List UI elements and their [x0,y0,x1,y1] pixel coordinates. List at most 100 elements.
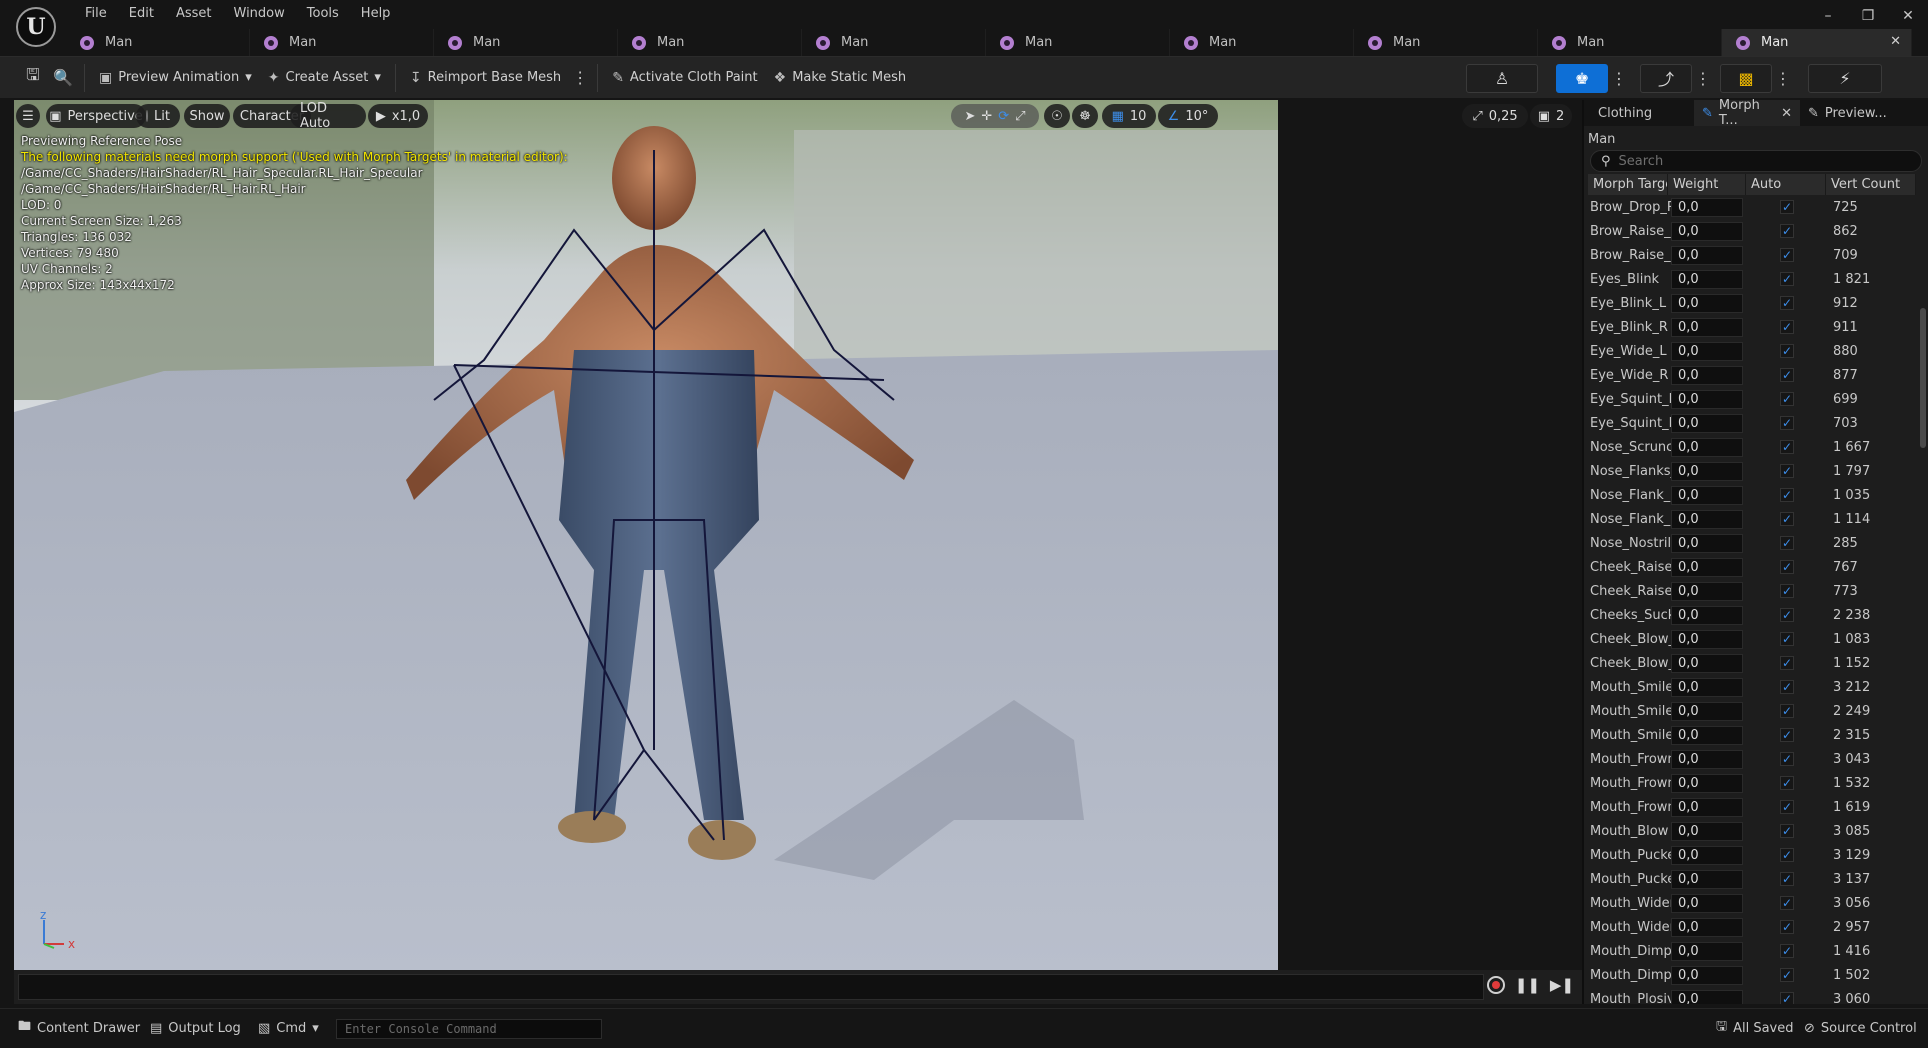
make-static-mesh-button[interactable]: ❖ Make Static Mesh [766,63,914,93]
scale-snap-button[interactable]: ⤢ 0,25 [1462,104,1528,128]
table-row[interactable]: Mouth_Widen_0,0 ✓ 2 957 [1588,915,1916,939]
play-rate-button[interactable]: ▶ x1,0 [368,104,428,128]
record-icon[interactable] [1486,976,1505,994]
auto-checkbox[interactable]: ✓ [1780,800,1794,814]
auto-checkbox[interactable]: ✓ [1780,296,1794,310]
auto-checkbox[interactable]: ✓ [1780,632,1794,646]
auto-checkbox[interactable]: ✓ [1780,464,1794,478]
auto-checkbox[interactable]: ✓ [1780,272,1794,286]
mesh-mode-kebab-icon[interactable]: ⋮ [1608,69,1630,88]
perspective-button[interactable]: ▣ Perspective [46,104,146,128]
auto-checkbox[interactable]: ✓ [1780,680,1794,694]
table-row[interactable]: Mouth_Frown_0,0 ✓ 1 532 [1588,771,1916,795]
weight-input[interactable]: 0,0 [1671,629,1743,649]
mesh-mode-icon[interactable]: ♚ [1556,63,1608,93]
menu-edit[interactable]: Edit [118,3,165,25]
auto-checkbox[interactable]: ✓ [1780,608,1794,622]
skeleton-mode-icon[interactable]: ♙ [1466,63,1538,93]
weight-input[interactable]: 0,0 [1671,677,1743,697]
auto-checkbox[interactable]: ✓ [1780,368,1794,382]
auto-checkbox[interactable]: ✓ [1780,728,1794,742]
auto-checkbox[interactable]: ✓ [1780,872,1794,886]
weight-input[interactable]: 0,0 [1671,341,1743,361]
tab-man-2[interactable]: Man [250,29,434,56]
weight-input[interactable]: 0,0 [1671,605,1743,625]
table-row[interactable]: Mouth_Widen 0,0 ✓ 3 056 [1588,891,1916,915]
tab-man-6[interactable]: Man [986,29,1170,56]
source-control-button[interactable]: ⊘ Source Control [1804,1017,1917,1039]
weight-input[interactable]: 0,0 [1671,869,1743,889]
scale-icon[interactable]: ⤢ [1015,109,1025,124]
physics-mode-icon[interactable]: ⚡ [1808,63,1882,93]
table-row[interactable]: Eye_Wide_R 0,0 ✓ 877 [1588,363,1916,387]
auto-checkbox[interactable]: ✓ [1780,968,1794,982]
table-row[interactable]: Eye_Wide_L 0,0 ✓ 880 [1588,339,1916,363]
weight-input[interactable]: 0,0 [1671,389,1743,409]
auto-checkbox[interactable]: ✓ [1780,944,1794,958]
auto-checkbox[interactable]: ✓ [1780,992,1794,1004]
weight-input[interactable]: 0,0 [1671,797,1743,817]
weight-input[interactable]: 0,0 [1671,485,1743,505]
output-log-button[interactable]: ▤ Output Log [150,1017,241,1039]
auto-checkbox[interactable]: ✓ [1780,584,1794,598]
pause-icon[interactable]: ❚❚ [1515,976,1540,994]
tab-man-8[interactable]: Man [1354,29,1538,56]
table-row[interactable]: Eyes_Blink 0,0 ✓ 1 821 [1588,267,1916,291]
show-button[interactable]: Show [184,104,230,128]
tab-man-active[interactable]: Man ✕ [1722,29,1912,56]
activate-cloth-paint-button[interactable]: ✎ Activate Cloth Paint [604,63,765,93]
weight-input[interactable]: 0,0 [1671,413,1743,433]
console-command-input[interactable]: Enter Console Command [336,1019,602,1039]
auto-checkbox[interactable]: ✓ [1780,536,1794,550]
weight-input[interactable]: 0,0 [1671,437,1743,457]
all-saved-button[interactable]: 🖫 All Saved [1716,1017,1794,1039]
table-row[interactable]: Eye_Squint_L 0,0 ✓ 699 [1588,387,1916,411]
weight-input[interactable]: 0,0 [1671,221,1743,241]
weight-input[interactable]: 0,0 [1671,245,1743,265]
tab-man-7[interactable]: Man [1170,29,1354,56]
weight-input[interactable]: 0,0 [1671,725,1743,745]
browse-asset-icon[interactable]: 🔍 [48,63,78,93]
table-row[interactable]: Cheek_Blow_L0,0 ✓ 1 083 [1588,627,1916,651]
col-weight[interactable]: Weight [1668,174,1746,195]
table-row[interactable]: Cheeks_Suck 0,0 ✓ 2 238 [1588,603,1916,627]
table-row[interactable]: Brow_Raise_F 0,0 ✓ 709 [1588,243,1916,267]
menu-tools[interactable]: Tools [296,3,350,25]
auto-checkbox[interactable]: ✓ [1780,920,1794,934]
close-window-icon[interactable]: ✕ [1888,0,1928,32]
tab-clothing[interactable]: Clothing [1584,100,1694,126]
table-row[interactable]: Mouth_Blow 0,0 ✓ 3 085 [1588,819,1916,843]
tab-preview-settings[interactable]: ✎ Preview... [1800,100,1910,126]
minimize-icon[interactable]: – [1808,0,1848,32]
table-row[interactable]: Mouth_Smile_ 0,0 ✓ 2 249 [1588,699,1916,723]
surface-snap-icon[interactable]: ☸ [1072,104,1098,128]
auto-checkbox[interactable]: ✓ [1780,656,1794,670]
animation-mode-kebab-icon[interactable]: ⋮ [1692,69,1714,88]
menu-asset[interactable]: Asset [165,3,223,25]
tab-man-1[interactable]: Man [66,29,250,56]
table-row[interactable]: Mouth_Dimple0,0 ✓ 1 502 [1588,963,1916,987]
camera-speed-button[interactable]: ▣ 2 [1530,104,1572,128]
col-morph-target[interactable]: Morph Targe [1588,174,1668,195]
weight-input[interactable]: 0,0 [1671,821,1743,841]
weight-input[interactable]: 0,0 [1671,581,1743,601]
auto-checkbox[interactable]: ✓ [1780,200,1794,214]
panel-scrollbar[interactable] [1920,308,1926,448]
lod-button[interactable]: LOD Auto [290,101,366,131]
lit-button[interactable]: Lit [136,104,180,128]
auto-checkbox[interactable]: ✓ [1780,488,1794,502]
menu-help[interactable]: Help [350,3,402,25]
grid-snap-button[interactable]: ▦ 10 [1102,104,1156,128]
world-local-icon[interactable]: ☉ [1044,104,1070,128]
table-row[interactable]: Mouth_Smile 0,0 ✓ 3 212 [1588,675,1916,699]
blueprint-mode-icon[interactable]: ▩ [1720,63,1772,93]
table-row[interactable]: Mouth_Smile_ 0,0 ✓ 2 315 [1588,723,1916,747]
weight-input[interactable]: 0,0 [1671,893,1743,913]
weight-input[interactable]: 0,0 [1671,365,1743,385]
auto-checkbox[interactable]: ✓ [1780,776,1794,790]
table-row[interactable]: Cheek_Blow_F0,0 ✓ 1 152 [1588,651,1916,675]
close-tab-icon[interactable]: ✕ [1781,106,1792,121]
unreal-logo-icon[interactable]: U [16,7,56,47]
auto-checkbox[interactable]: ✓ [1780,512,1794,526]
weight-input[interactable]: 0,0 [1671,989,1743,1004]
